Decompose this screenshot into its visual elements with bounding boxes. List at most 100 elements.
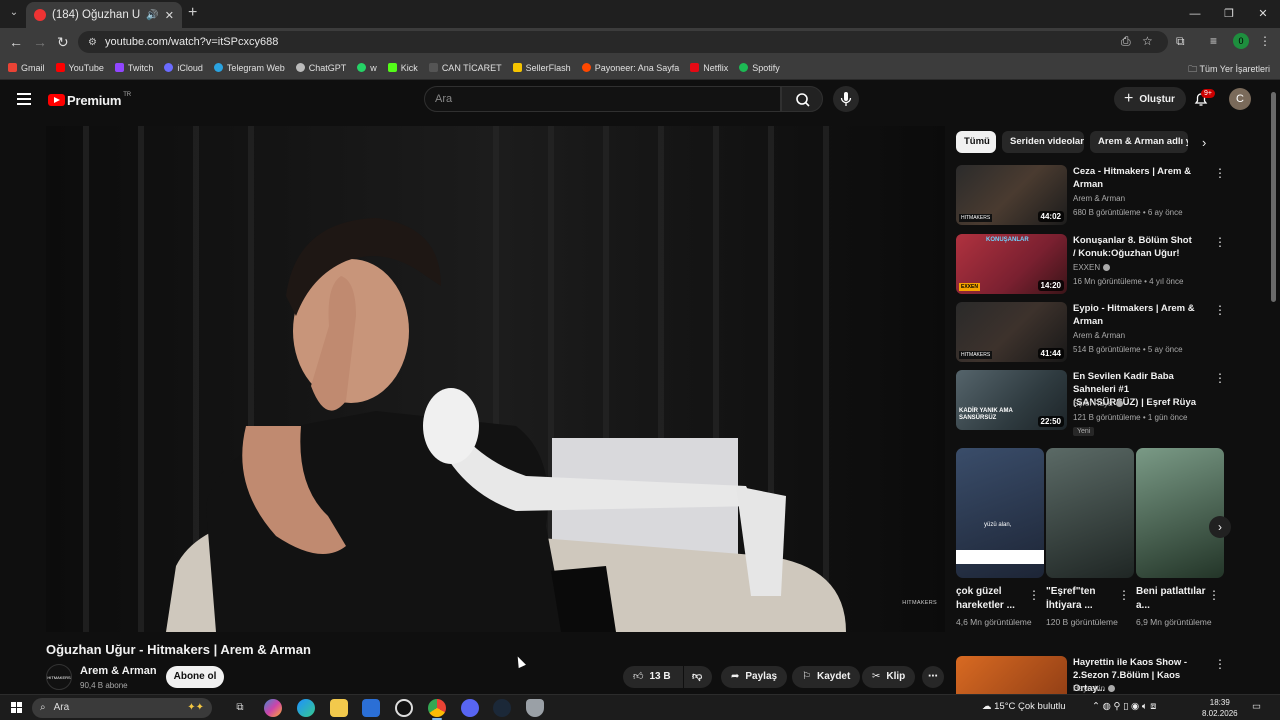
close-window-button[interactable]: ✕ [1246, 0, 1280, 28]
clip-button[interactable]: ✂ Klip [862, 666, 916, 688]
weather-widget[interactable]: ☁ 15°C Çok bulutlu [982, 701, 1066, 712]
microsoft-store-icon[interactable] [362, 699, 380, 717]
bookmark-sellerflash[interactable]: SellerFlash [512, 62, 571, 73]
file-explorer-icon[interactable] [330, 699, 348, 717]
browser-tab-active[interactable]: (184) Oğuzhan Uğur - Hitm 🔊 ✕ [26, 2, 182, 28]
like-button[interactable]: 👍︎ 13 B [623, 666, 683, 688]
reading-list-icon[interactable]: ≡ [1210, 34, 1217, 48]
more-vertical-icon[interactable]: ⋮ [1208, 588, 1220, 602]
subscriber-count: 90,4 B abone [80, 681, 128, 690]
bookmark-whatsapp[interactable]: w [357, 62, 377, 73]
youtube-favicon-icon [34, 9, 46, 21]
bookmark-can-ticaret[interactable]: CAN TİCARET [428, 62, 502, 73]
search-button[interactable] [781, 86, 823, 112]
shorts-next-chevron-icon[interactable]: › [1209, 516, 1231, 538]
chip-all[interactable]: Tümü [956, 131, 996, 153]
short-item[interactable]: yüzü alan, çok güzel hareketler ... 4,6 … [956, 448, 1044, 627]
recommendation-item[interactable]: KADİR YANIK AMA SANSÜRSÜZ 22:50 En Sevil… [956, 370, 1226, 436]
more-vertical-icon[interactable]: ⋮ [1214, 304, 1226, 316]
recommendation-channel: Eşref Rüya [1073, 399, 1123, 408]
new-badge: Yeni [1073, 427, 1095, 436]
search-input[interactable]: Ara [424, 86, 781, 112]
browser-profile-avatar[interactable]: 0 [1233, 33, 1249, 49]
task-view-icon[interactable]: ⧉ [231, 699, 249, 717]
account-avatar[interactable]: C [1229, 88, 1251, 110]
taskbar-clock[interactable]: 18:39 8.02.2026 [1202, 697, 1238, 719]
shield-app-icon[interactable] [526, 699, 544, 717]
address-bar[interactable]: ⚙ youtube.com/watch?v=itSPcxcy688 [78, 31, 1168, 53]
chip-series-videos[interactable]: Seriden videolar [1002, 131, 1084, 153]
audio-playing-icon[interactable]: 🔊 [146, 10, 158, 21]
more-vertical-icon[interactable]: ⋮ [1214, 658, 1226, 670]
more-vertical-icon[interactable]: ⋮ [1118, 588, 1130, 602]
forward-arrow-icon[interactable]: → [33, 34, 47, 50]
taskbar-search-input[interactable]: ⌕ Ara ✦✦ [32, 698, 212, 718]
more-actions-button[interactable]: ⋯ [922, 666, 944, 688]
short-views: 120 B görüntüleme [1046, 617, 1118, 627]
recommendation-meta: 16 Mn görüntüleme • 4 yıl önce [1073, 277, 1184, 286]
cloud-icon: ☁ [982, 701, 995, 712]
video-thumbnail: HITMAKERS 41:44 [956, 302, 1067, 362]
save-button[interactable]: ⚐ Kaydet [792, 666, 861, 688]
app-icon[interactable] [395, 699, 413, 717]
bookmark-netflix[interactable]: Netflix [690, 62, 728, 73]
site-info-icon[interactable]: ⚙ [88, 37, 97, 48]
more-vertical-icon[interactable]: ⋮ [1214, 167, 1226, 179]
guide-menu-icon[interactable] [17, 93, 31, 105]
install-app-icon[interactable]: ⎙ [1121, 34, 1131, 49]
recommendation-item[interactable]: HITMAKERS 44:02 Ceza - Hitmakers | Arem … [956, 165, 1226, 225]
bookmark-kick[interactable]: Kick [387, 62, 418, 73]
bookmark-chatgpt[interactable]: ChatGPT [295, 62, 346, 73]
extensions-icon[interactable]: ⧉ [1176, 34, 1185, 49]
share-button[interactable]: ➦ Paylaş [721, 666, 788, 688]
discord-icon[interactable] [461, 699, 479, 717]
chips-next-chevron-icon[interactable]: › [1202, 135, 1206, 150]
bookmark-youtube[interactable]: YouTube [55, 62, 104, 73]
thumbnail-label: EXXEN [959, 283, 980, 291]
short-item[interactable]: "Eşref"ten İhtiyara ... 120 B görüntülem… [1046, 448, 1134, 627]
create-button[interactable]: + Oluştur [1114, 87, 1186, 111]
minimize-button[interactable]: — [1178, 0, 1212, 28]
tab-close-icon[interactable]: ✕ [165, 9, 174, 22]
channel-name[interactable]: Arem & Arman [80, 665, 157, 677]
recommendation-item[interactable]: Hayrettin ile Kaos Show - 2.Sezon 7.Bölü… [956, 656, 1226, 694]
tab-search-chevron-icon[interactable]: ⌄ [6, 5, 22, 21]
voice-search-button[interactable] [833, 86, 859, 112]
bookmark-payoneer[interactable]: Payoneer: Ana Sayfa [581, 62, 679, 73]
reload-icon[interactable]: ↻ [57, 34, 69, 50]
notification-center-icon[interactable]: ▭ [1252, 701, 1261, 712]
bookmark-icloud[interactable]: iCloud [164, 62, 203, 73]
channel-avatar[interactable]: HITMAKERS [46, 664, 72, 690]
more-vertical-icon[interactable]: ⋮ [1214, 236, 1226, 248]
subscribe-button[interactable]: Abone ol [166, 666, 224, 688]
recommendation-channel: Arem & Arman [1073, 194, 1126, 203]
system-tray-icons[interactable]: ⌃ ◍ ⚲ ▯ ◉ 🔈︎ ⧈ [1092, 701, 1156, 712]
dislike-button[interactable]: 👎︎ [684, 666, 712, 688]
short-title: Beni patlattılar a... [1136, 586, 1206, 611]
steam-icon[interactable] [493, 699, 511, 717]
copilot-icon[interactable] [264, 699, 282, 717]
back-arrow-icon[interactable]: ← [9, 34, 23, 50]
recommendation-item[interactable]: HITMAKERS 41:44 Eypio - Hitmakers | Arem… [956, 302, 1226, 362]
restore-button[interactable]: ❐ [1212, 0, 1246, 28]
more-vertical-icon[interactable]: ⋮ [1214, 372, 1226, 384]
bookmark-spotify[interactable]: Spotify [739, 62, 780, 73]
video-player[interactable]: HITMAKERS [46, 126, 945, 632]
short-item[interactable]: Beni patlattılar a... 6,9 Mn görüntüleme… [1136, 448, 1224, 627]
chrome-menu-icon[interactable]: ⋮ [1259, 34, 1271, 48]
youtube-premium-logo[interactable]: Premium TR [48, 92, 131, 108]
bookmark-star-icon[interactable]: ☆ [1142, 34, 1153, 48]
windows-start-icon[interactable] [11, 702, 22, 713]
bookmark-telegram[interactable]: Telegram Web [213, 62, 285, 73]
recommendation-item[interactable]: KONUŞANLAR EXXEN 14:20 Konuşanlar 8. Böl… [956, 234, 1226, 294]
bookmark-twitch[interactable]: Twitch [114, 62, 153, 73]
all-bookmarks-folder[interactable]: 🗀 Tüm Yer İşaretleri [1188, 62, 1270, 78]
video-thumbnail [956, 656, 1067, 694]
new-tab-button[interactable]: + [188, 5, 197, 21]
bookmark-gmail[interactable]: Gmail [8, 62, 45, 73]
chrome-icon[interactable] [428, 699, 446, 717]
more-vertical-icon[interactable]: ⋮ [1028, 588, 1040, 602]
edge-icon[interactable] [297, 699, 315, 717]
page-scrollbar[interactable] [1271, 92, 1276, 302]
chip-channel-videos[interactable]: Arem & Arman adlı y [1090, 131, 1188, 153]
